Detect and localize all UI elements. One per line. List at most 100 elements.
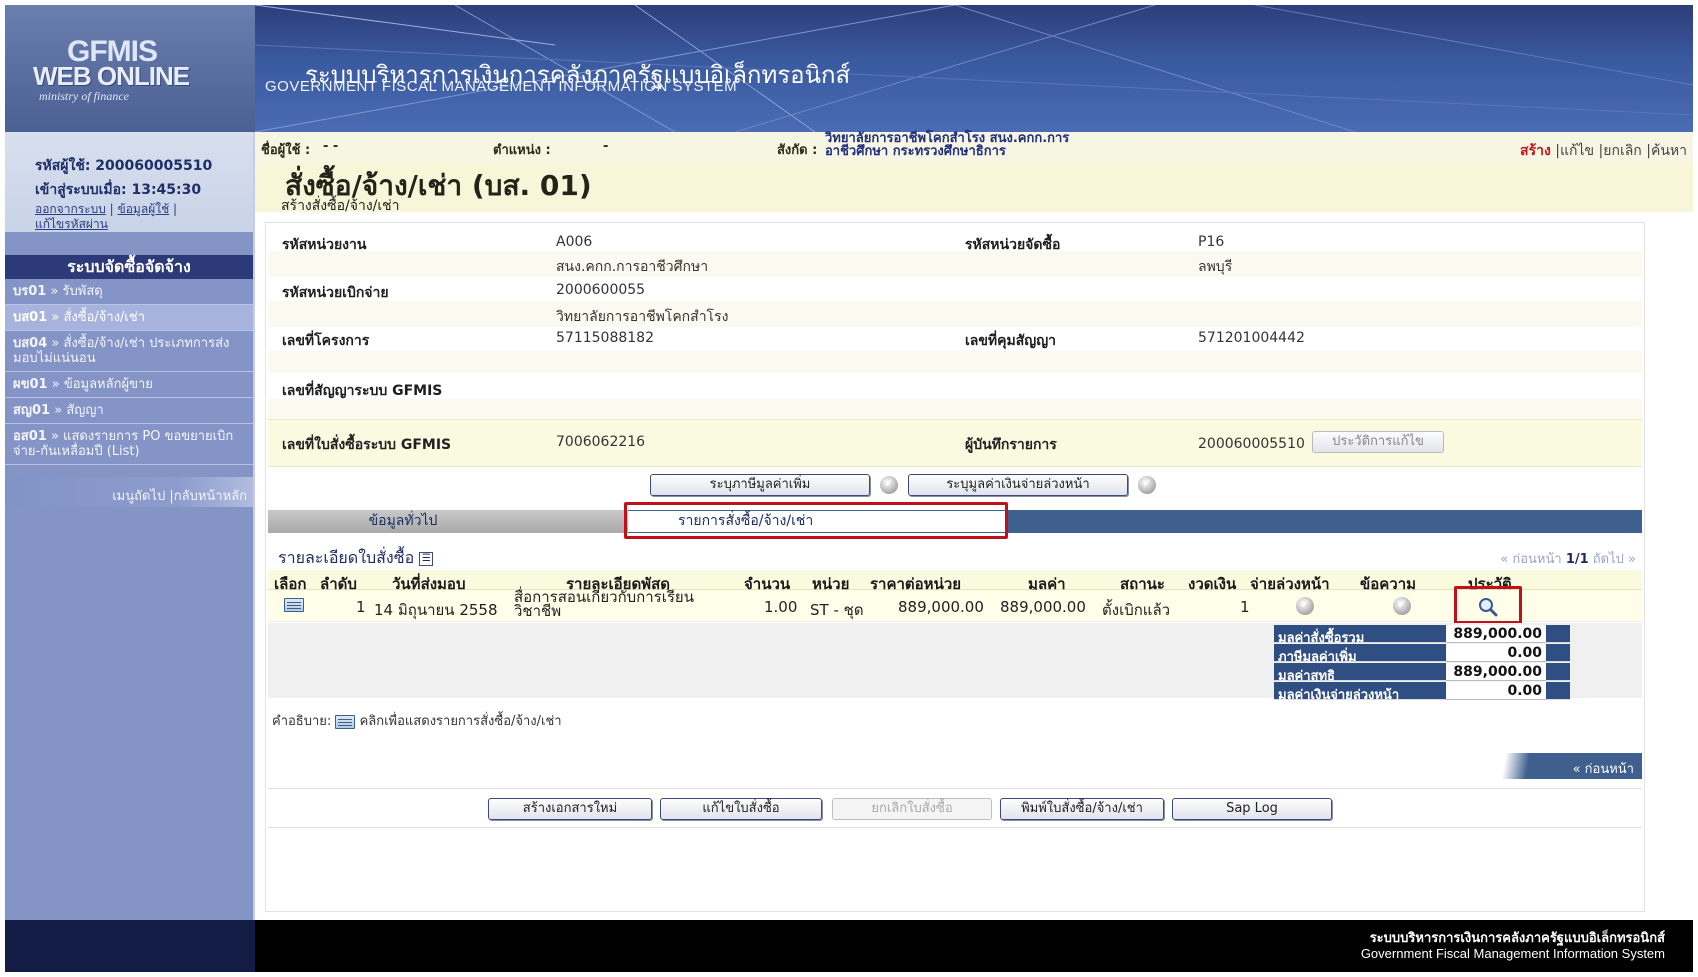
create-link[interactable]: สร้าง (1520, 143, 1551, 159)
folder-icon (335, 714, 356, 729)
footer-left-block (5, 920, 255, 972)
contract-ctrl-value: 571201004442 (1198, 330, 1305, 346)
purchase-unit-value: P16 (1198, 234, 1225, 250)
sidebar-item-bs01[interactable]: บส01 » สั่งซื้อ/จ้าง/เช่า (5, 305, 253, 331)
user-id: รหัสผู้ใช้: 200060005510 (35, 158, 213, 174)
folder-icon[interactable] (284, 598, 304, 612)
history-highlight-box (1454, 586, 1522, 624)
username-label: ชื่อผู้ใช้ : (261, 143, 311, 158)
user-info-link[interactable]: ข้อมูลผู้ใช้ (118, 202, 170, 216)
menu-code: อส01 (13, 429, 47, 444)
magnifier-icon[interactable] (1477, 596, 1499, 618)
tab-general[interactable]: ข้อมูลทั่วไป (268, 510, 628, 533)
position-label: ตำแหน่ง : (493, 143, 551, 158)
gf-po-box: เลขที่ใบสั่งซื้อระบบ GFMIS 7006062216 ผู… (268, 419, 1642, 467)
sidebar-item-bs04[interactable]: บส04 » สั่งซื้อ/จ้าง/เช่า ประเภทการส่งมอ… (5, 331, 253, 372)
history-button[interactable]: ประวัติการแก้ไข (1312, 431, 1444, 453)
menu-footer-links[interactable]: เมนูถัดไป |กลับหน้าหลัก (5, 477, 253, 507)
edit-link[interactable]: แก้ไข (1560, 143, 1594, 159)
menu-label: » ข้อมูลหลักผู้ขาย (47, 377, 153, 392)
unit-code-name: สนง.คกก.การอาชีวศึกษา (556, 259, 709, 275)
form-panel: รหัสหน่วยงาน A006 รหัสหน่วยจัดซื้อ P16 ส… (265, 222, 1645, 912)
summary-value-net: 889,000.00 (1446, 663, 1546, 681)
advance-button[interactable]: ระบุมูลค่าเงินจ่ายล่วงหน้า (908, 474, 1128, 496)
link-sep: | (169, 202, 178, 216)
link-sep: | (105, 202, 118, 216)
main-content: ชื่อผู้ใช้ : - - ตำแหน่ง : - สังกัด : วิ… (255, 132, 1693, 920)
app-footer: ระบบบริหารการเงินการคลังภาครัฐแบบอิเล็กท… (5, 920, 1693, 972)
menu-title: ระบบจัดซื้อจัดจ้าง (5, 255, 253, 279)
sep: | (1641, 143, 1651, 159)
footer-english: Government Fiscal Management Information… (1360, 946, 1665, 961)
row-spacer2 (268, 399, 1642, 419)
cell-qty: 1.00 (764, 598, 798, 616)
page-header: สั่งซื้อ/จ้าง/เช่า (บส. 01) สร้างสั่งซื้… (255, 162, 1693, 214)
project-no-value: 57115088182 (556, 330, 654, 346)
row-disb-unit: รหัสหน่วยเบิกจ่าย 2000600055 (268, 277, 1642, 303)
tab-highlight-box (624, 502, 1008, 539)
search-link[interactable]: ค้นหา (1651, 143, 1687, 159)
detail-header: รายละเอียดใบสั่งซื้อ ☰ « ก่อนหน้า 1/1 ถั… (268, 543, 1642, 567)
summary-value-vat: 0.00 (1446, 644, 1546, 662)
detail-title-text: รายละเอียดใบสั่งซื้อ (278, 548, 415, 567)
position-value: - (603, 139, 609, 154)
logo-line2: WEB ONLINE (33, 61, 190, 91)
cancel-link[interactable]: ยกเลิก (1603, 143, 1642, 159)
menu-code: สญ01 (13, 403, 51, 418)
sidebar-menu: บร01 » รับพัสดุ บส01 » สั่งซื้อ/จ้าง/เช่… (5, 279, 253, 465)
check-icon (1296, 597, 1314, 615)
dept-line2: อาชีวศึกษา กระทรวงศึกษาธิการ (825, 144, 1006, 159)
unit-code-value: A006 (556, 234, 593, 250)
sidebar-item-os01[interactable]: อส01 » แสดงรายการ PO ขอขยายเบิกจ่าย-กันเ… (5, 424, 253, 465)
change-password-link[interactable]: แก้ไขรหัสผ่าน (35, 217, 253, 232)
bottom-button-bar: สร้างเอกสารใหม่ แก้ไขใบสั่งซื้อ ยกเลิกใบ… (268, 788, 1642, 828)
pager-page: 1/1 (1565, 552, 1589, 567)
user-links: ออกจากระบบ | ข้อมูลผู้ใช้ | (35, 202, 253, 217)
menu-label: » รับพัสดุ (46, 284, 103, 299)
cell-value: 889,000.00 (1000, 598, 1086, 616)
row-gf-contract: เลขที่สัญญาระบบ GFMIS (268, 375, 1642, 401)
sidebar-item-sy01[interactable]: สญ01 » สัญญา (5, 398, 253, 424)
row-unit-name: สนง.คกก.การอาชีวศึกษา ลพบุรี (268, 251, 1642, 277)
logo-line3: ministry of finance (39, 89, 129, 103)
sidebar-item-pk01[interactable]: ผข01 » ข้อมูลหลักผู้ขาย (5, 372, 253, 398)
summary-value-total: 889,000.00 (1446, 625, 1546, 643)
edit-po-button[interactable]: แก้ไขใบสั่งซื้อ (660, 798, 822, 820)
row-project: เลขที่โครงการ 57115088182 เลขที่คุมสัญญา… (268, 325, 1642, 351)
summary-value-advance: 0.00 (1446, 682, 1546, 700)
menu-code: ผข01 (13, 377, 48, 392)
pager-next[interactable]: ถัดไป » (1593, 552, 1636, 567)
prev-page-bar[interactable]: « ก่อนหน้า (1446, 753, 1642, 779)
tab-bar: ข้อมูลทั่วไป รายการสั่งซื้อ/จ้าง/เช่า (268, 502, 1642, 539)
footer-text: ระบบบริหารการเงินการคลังภาครัฐแบบอิเล็กท… (1361, 930, 1665, 962)
row-disb-unit-name: วิทยาลัยการอาชีพโคกสำโรง (268, 301, 1642, 327)
cell-unit: ST - ชุด (810, 601, 864, 619)
check-icon (1393, 597, 1411, 615)
project-no-label: เลขที่โครงการ (282, 333, 370, 349)
vat-button[interactable]: ระบุภาษีมูลค่าเพิ่ม (650, 474, 870, 496)
logout-link[interactable]: ออกจากระบบ (35, 202, 106, 216)
recorder-label: ผู้บันทึกรายการ (965, 437, 1057, 453)
print-po-button[interactable]: พิมพ์ใบสั่งซื้อ/จ้าง/เช่า (1000, 798, 1164, 820)
user-info: รหัสผู้ใช้: 200060005510 เข้าสู่ระบบเมื่… (5, 132, 253, 232)
check-icon (1138, 476, 1156, 494)
contract-ctrl-label: เลขที่คุมสัญญา (965, 333, 1057, 349)
new-document-button[interactable]: สร้างเอกสารใหม่ (488, 798, 652, 820)
cancel-po-button[interactable]: ยกเลิกใบสั่งซื้อ (832, 798, 992, 820)
pager-prev[interactable]: « ก่อนหน้า (1500, 552, 1561, 567)
row-spacer (268, 351, 1642, 373)
purchase-unit-name: ลพบุรี (1198, 259, 1233, 275)
app-title-english: GOVERNMENT FISCAL MANAGEMENT INFORMATION… (265, 78, 738, 95)
sidebar-item-br01[interactable]: บร01 » รับพัสดุ (5, 279, 253, 305)
action-links: สร้าง |แก้ไข |ยกเลิก |ค้นหา (1520, 140, 1687, 162)
menu-label: » สัญญา (50, 403, 104, 418)
collapse-icon[interactable]: ☰ (419, 551, 434, 566)
cell-status: ตั้งเบิกแล้ว (1102, 601, 1171, 619)
cell-desc: สื่อการสอนเกี่ยวกับการเรียน วิชาชีพ (514, 590, 694, 619)
app-header: GFMIS WEB ONLINE ministry of finance ระบ… (5, 5, 1693, 132)
table-header: เลือก ลำดับ วันที่ส่งมอบ รายละเอียดพัสดุ… (268, 570, 1642, 593)
gfmis-logo: GFMIS WEB ONLINE ministry of finance (5, 5, 255, 132)
gf-po-value: 7006062216 (556, 434, 646, 450)
sap-log-button[interactable]: Sap Log (1172, 798, 1332, 820)
dept-label: สังกัด : (777, 143, 818, 158)
